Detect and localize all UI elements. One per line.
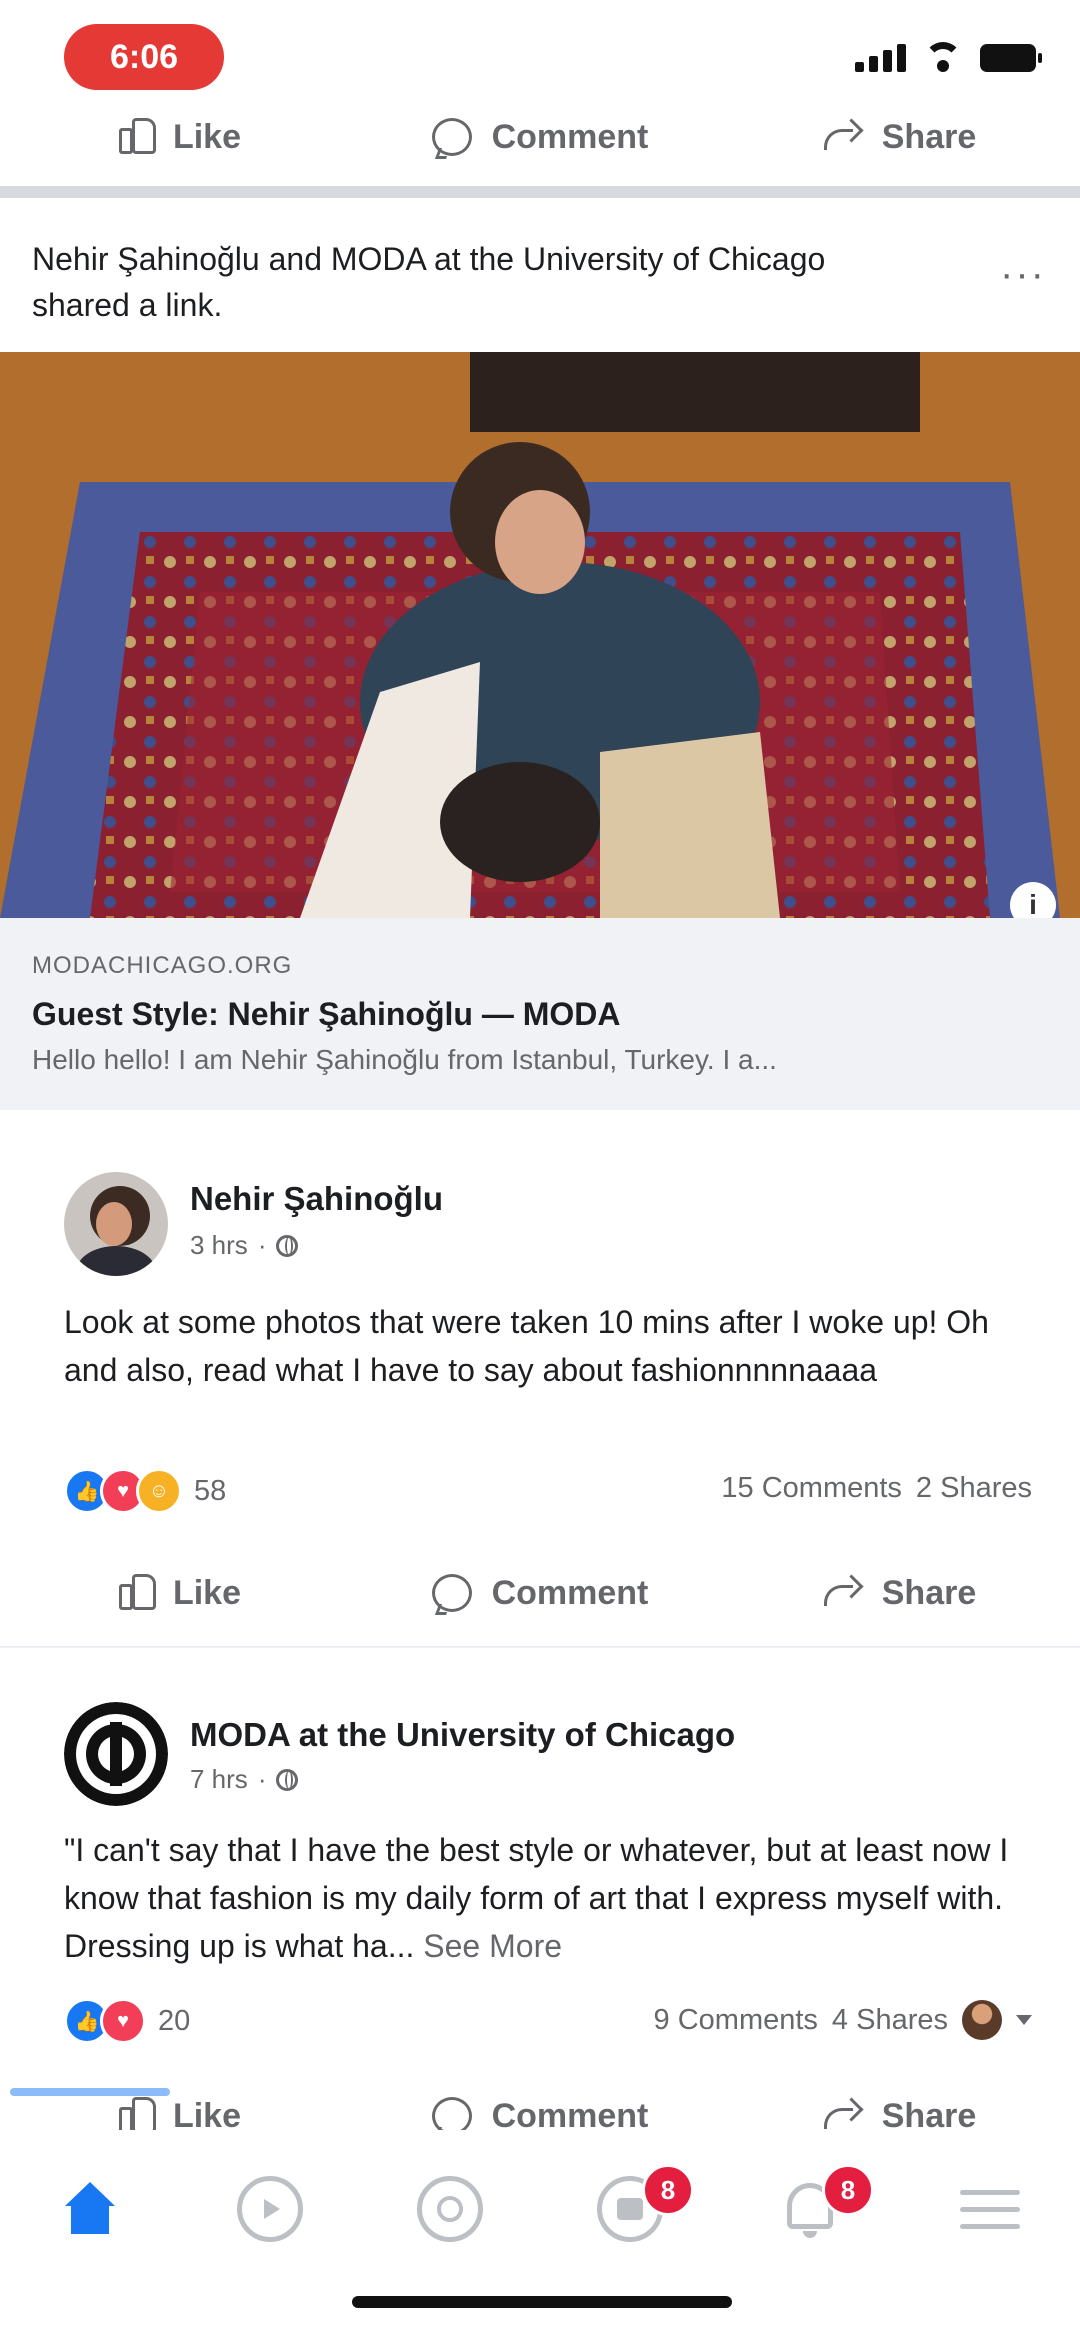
like-icon bbox=[118, 118, 156, 154]
post-author[interactable]: Nehir Şahinoğlu bbox=[190, 1180, 443, 1218]
home-icon bbox=[60, 2182, 120, 2236]
post-meta: 3 hrs · bbox=[190, 1230, 299, 1261]
post-action-bar: Like Comment Share bbox=[0, 1548, 1080, 1638]
notifications-badge: 8 bbox=[822, 2164, 874, 2216]
reaction-count: 20 bbox=[158, 2004, 191, 2037]
share-button[interactable]: Share bbox=[720, 92, 1080, 182]
bottom-tab-bar: 8 8 bbox=[0, 2088, 1080, 2342]
previous-post-action-bar: Like Comment Share bbox=[0, 92, 1080, 182]
love-reaction-icon: ♥ bbox=[100, 1998, 146, 2044]
post-divider bbox=[0, 1646, 1080, 1648]
post-text: "I can't say that I have the best style … bbox=[64, 1826, 1024, 1970]
post-text: Look at some photos that were taken 10 m… bbox=[64, 1304, 989, 1388]
post-time[interactable]: 7 hrs bbox=[190, 1764, 248, 1795]
share-label: Share bbox=[881, 1573, 977, 1612]
moda-logo-icon bbox=[64, 1702, 168, 1806]
like-button[interactable]: Like bbox=[0, 92, 360, 182]
share-icon bbox=[823, 2101, 862, 2131]
tab-marketplace[interactable]: 8 bbox=[540, 2154, 720, 2264]
like-button[interactable]: Like bbox=[0, 1548, 360, 1638]
photo-illustration bbox=[0, 352, 1080, 918]
share-icon bbox=[823, 1578, 862, 1608]
feed-divider bbox=[0, 186, 1080, 198]
like-label: Like bbox=[172, 1573, 242, 1612]
shares-count[interactable]: 4 Shares bbox=[832, 2004, 948, 2037]
comments-count[interactable]: 9 Comments bbox=[654, 2004, 818, 2037]
comment-button[interactable]: Comment bbox=[360, 92, 720, 182]
link-title: Guest Style: Nehir Şahinoğlu — MODA bbox=[32, 996, 621, 1032]
share-icon bbox=[823, 122, 862, 152]
comment-icon bbox=[431, 1574, 472, 1612]
see-more-link[interactable]: See More bbox=[423, 1928, 562, 1964]
share-label: Share bbox=[881, 117, 977, 156]
marketplace-badge: 8 bbox=[642, 2164, 694, 2216]
post-stats: 15 Comments 2 Shares bbox=[721, 1472, 1032, 1505]
haha-reaction-icon: ☺ bbox=[136, 1468, 182, 1514]
menu-icon bbox=[960, 2189, 1020, 2229]
globe-icon bbox=[276, 1234, 299, 1257]
post-meta: 7 hrs · bbox=[190, 1764, 299, 1795]
post-author[interactable]: MODA at the University of Chicago bbox=[190, 1716, 735, 1754]
comments-count[interactable]: 15 Comments bbox=[721, 1472, 902, 1505]
like-label: Like bbox=[172, 117, 242, 156]
shares-count[interactable]: 2 Shares bbox=[916, 1472, 1032, 1505]
post-time[interactable]: 3 hrs bbox=[190, 1230, 248, 1261]
tab-menu[interactable] bbox=[900, 2154, 1080, 2264]
like-icon bbox=[118, 1574, 156, 1610]
battery-icon bbox=[980, 44, 1042, 72]
home-gesture-bar[interactable] bbox=[352, 2296, 732, 2308]
tab-groups[interactable] bbox=[360, 2154, 540, 2264]
link-photo[interactable] bbox=[0, 352, 1080, 918]
shared-post-header: Nehir Şahinoğlu and MODA at the Universi… bbox=[0, 212, 1080, 352]
tab-notifications[interactable]: 8 bbox=[720, 2154, 900, 2264]
reaction-summary[interactable]: 👍 ♥ ☺ 58 bbox=[64, 1468, 226, 1514]
avatar[interactable] bbox=[64, 1702, 168, 1806]
link-description: Hello hello! I am Nehir Şahinoğlu from I… bbox=[32, 1044, 777, 1075]
link-preview-card[interactable]: MODACHICAGO.ORG Guest Style: Nehir Şahin… bbox=[0, 918, 1080, 1110]
dot-separator: · bbox=[257, 1764, 267, 1794]
reaction-count: 58 bbox=[194, 1474, 227, 1507]
tab-watch[interactable] bbox=[180, 2154, 360, 2264]
link-domain: MODACHICAGO.ORG bbox=[32, 952, 293, 979]
status-time: 6:06 bbox=[64, 24, 224, 90]
globe-icon bbox=[276, 1768, 299, 1791]
watch-icon bbox=[237, 2176, 303, 2242]
comment-label: Comment bbox=[491, 1573, 649, 1612]
wifi-icon bbox=[924, 42, 962, 72]
groups-icon bbox=[417, 2176, 483, 2242]
post-stats: 9 Comments 4 Shares bbox=[654, 2000, 1032, 2040]
comment-button[interactable]: Comment bbox=[360, 1548, 720, 1638]
comment-icon bbox=[431, 118, 472, 156]
reaction-summary[interactable]: 👍 ♥ 20 bbox=[64, 1998, 190, 2044]
avatar-image bbox=[64, 1172, 168, 1276]
share-button[interactable]: Share bbox=[720, 1548, 1080, 1638]
page-avatar-selector[interactable] bbox=[962, 2000, 1002, 2040]
system-icons bbox=[855, 42, 1042, 72]
more-options-icon[interactable]: ··· bbox=[1000, 252, 1046, 297]
active-tab-indicator bbox=[10, 2088, 170, 2096]
dot-separator: · bbox=[257, 1230, 267, 1260]
like-icon bbox=[118, 2097, 156, 2133]
shared-post-text[interactable]: Nehir Şahinoğlu and MODA at the Universi… bbox=[32, 236, 892, 328]
avatar[interactable] bbox=[64, 1172, 168, 1276]
tab-home[interactable] bbox=[0, 2154, 180, 2264]
comment-label: Comment bbox=[491, 117, 649, 156]
chevron-down-icon[interactable] bbox=[1016, 2015, 1032, 2025]
signal-icon bbox=[855, 44, 906, 72]
